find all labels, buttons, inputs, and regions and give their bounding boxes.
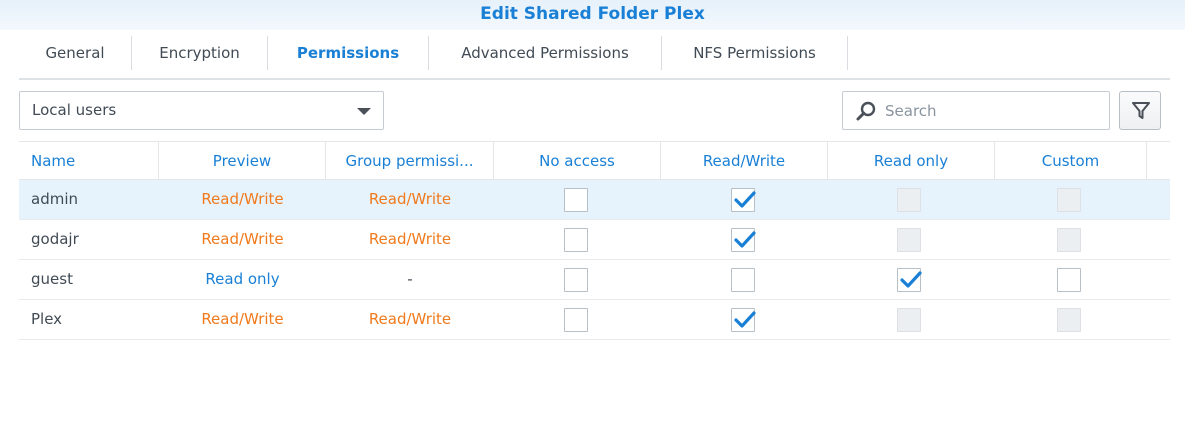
user-name: admin [31,190,78,208]
tab-general[interactable]: General [19,36,131,70]
custom-checkbox[interactable] [1057,268,1081,292]
column-header-read-write[interactable]: Read/Write [661,142,828,180]
column-header-name[interactable]: Name [19,142,159,180]
read-write-checkbox[interactable] [731,188,756,212]
filter-button[interactable] [1119,91,1161,130]
caret-down-icon [357,108,371,115]
table-body: admin Read/Write Read/Write godajr Read/Writ… [19,180,1170,340]
tab-nfs-permissions[interactable]: NFS Permissions [662,36,847,70]
custom-checkbox [1057,228,1081,252]
tab-encryption[interactable]: Encryption [132,36,267,70]
read-write-checkbox[interactable] [731,268,755,292]
column-header-read-only[interactable]: Read only [828,142,995,180]
user-name: guest [31,270,73,288]
search-input[interactable] [885,98,1100,123]
user-type-dropdown[interactable]: Local users [19,91,384,130]
tab-divider [847,36,848,70]
table-header: Name Preview Group permissi... No access… [19,141,1170,180]
group-permission: Read/Write [368,190,452,208]
group-permission: - [407,270,413,288]
read-only-checkbox[interactable] [897,268,922,292]
checkmark-icon [734,231,756,248]
checkmark-icon [734,311,756,328]
user-type-selected: Local users [32,101,117,119]
table-row[interactable]: guest Read only - [19,260,1170,300]
checkmark-icon [900,271,922,288]
user-name: Plex [31,310,63,328]
read-write-checkbox[interactable] [731,228,756,252]
read-only-checkbox [897,228,921,252]
no-access-checkbox[interactable] [564,308,588,332]
group-permission: Read/Write [368,230,452,248]
preview-permission: Read only [205,270,280,288]
tab-permissions[interactable]: Permissions [268,36,428,70]
read-only-checkbox [897,308,921,332]
column-header-group-permission[interactable]: Group permissi... [326,142,494,180]
window-title: Edit Shared Folder Plex [0,0,1185,30]
permissions-table: Name Preview Group permissi... No access… [19,141,1170,340]
tab-bar: General Encryption Permissions Advanced … [19,36,1170,80]
custom-checkbox [1057,308,1081,332]
preview-permission: Read/Write [201,190,284,208]
tab-advanced-permissions[interactable]: Advanced Permissions [429,36,661,70]
filter-icon [1132,102,1150,119]
read-write-checkbox[interactable] [731,308,756,332]
column-header-custom[interactable]: Custom [995,142,1147,180]
search-icon [856,101,876,121]
no-access-checkbox[interactable] [564,268,588,292]
table-row[interactable]: Plex Read/Write Read/Write [19,300,1170,340]
preview-permission: Read/Write [201,230,284,248]
no-access-checkbox[interactable] [564,228,588,252]
custom-checkbox [1057,188,1081,212]
column-header-no-access[interactable]: No access [494,142,661,180]
preview-permission: Read/Write [201,310,284,328]
user-name: godajr [31,230,79,248]
table-row[interactable]: godajr Read/Write Read/Write [19,220,1170,260]
checkmark-icon [734,191,756,208]
read-only-checkbox [897,188,921,212]
search-box[interactable] [842,91,1110,130]
group-permission: Read/Write [368,310,452,328]
no-access-checkbox[interactable] [564,188,588,212]
column-header-preview[interactable]: Preview [159,142,326,180]
table-row[interactable]: admin Read/Write Read/Write [19,180,1170,220]
